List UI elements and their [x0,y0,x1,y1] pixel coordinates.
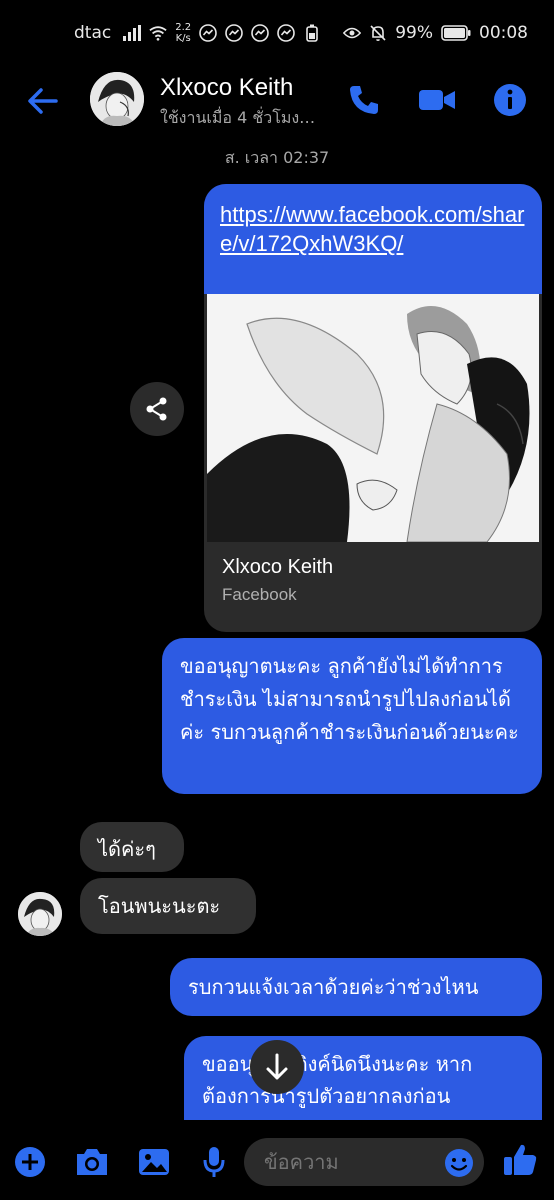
video-camera-icon [419,90,455,110]
messenger-notification-icon [199,24,217,42]
battery-percent: 99% [395,23,433,43]
more-actions-button[interactable] [12,1144,48,1180]
messenger-notification-icon [225,24,243,42]
link-meta: Xlxoco Keith Facebook [204,542,542,619]
video-call-button[interactable] [416,80,456,120]
message-timestamp: ส. เวลา 02:37 [224,148,330,167]
contact-name[interactable]: Xlxoco Keith [160,74,293,102]
arrow-left-icon [28,88,58,114]
voice-call-button[interactable] [344,80,384,120]
eye-icon [343,24,362,42]
status-bar: dtac 2.2 K/s 99% 00:08 [0,0,554,66]
back-button[interactable] [26,84,60,118]
battery-icon [441,24,471,42]
voice-message-button[interactable] [196,1144,232,1180]
link-message: https://www.facebook.com/share/v/172QxhW… [204,184,542,294]
outgoing-message[interactable]: ขออนุญาตติงค์นิดนึงนะคะ หากต้องการนำรูปต… [184,1036,542,1120]
image-icon [139,1149,169,1175]
thumbs-up-icon [504,1144,537,1175]
camera-button[interactable] [74,1144,110,1180]
link-url[interactable]: https://www.facebook.com/share/v/172QxhW… [220,202,524,256]
link-preview-card[interactable]: https://www.facebook.com/share/v/172QxhW… [204,184,542,632]
emoji-button[interactable] [442,1146,476,1180]
link-title: Xlxoco Keith [222,556,334,578]
gallery-button[interactable] [136,1144,172,1180]
contact-avatar-small [18,892,62,936]
conversation-info-button[interactable] [490,80,530,120]
composer-bar [0,1126,554,1200]
messenger-notification-icon [277,24,295,42]
link-preview-image[interactable] [204,294,542,542]
outgoing-message[interactable]: ขออนุญาตนะคะ ลูกค้ายังไม่ได้ทำการชำระเงิ… [162,638,542,794]
clock: 00:08 [479,23,528,43]
incoming-message[interactable]: โอนพนะนะตะ [80,878,256,934]
link-site: Facebook [222,585,297,604]
like-button[interactable] [500,1140,540,1180]
share-button[interactable] [130,382,184,436]
carrier-label: dtac [74,23,112,43]
microphone-icon [203,1147,225,1177]
messenger-notification-icon [251,24,269,42]
battery-saver-icon [303,24,321,42]
wifi-icon [149,24,167,42]
plus-icon [15,1147,45,1177]
camera-icon [77,1149,107,1175]
scroll-to-bottom-button[interactable] [250,1040,304,1094]
mute-bell-icon [369,24,387,42]
network-speed: 2.2 K/s [175,22,192,44]
contact-avatar[interactable] [90,72,144,126]
info-icon [494,84,526,116]
outgoing-message[interactable]: รบกวนแจ้งเวลาด้วยค่ะว่าช่วงไหน [170,958,542,1016]
arrow-down-icon [266,1053,288,1080]
emoji-icon [445,1149,473,1177]
signal-icon [123,24,142,42]
active-status: ใช้งานเมื่อ 4 ชั่วโมง… [160,108,316,127]
conversation-header: Xlxoco Keith ใช้งานเมื่อ 4 ชั่วโมง… [0,66,554,140]
share-icon [146,397,167,421]
phone-icon [350,86,378,114]
incoming-message[interactable]: ได้ค่ะๆ [80,822,184,872]
